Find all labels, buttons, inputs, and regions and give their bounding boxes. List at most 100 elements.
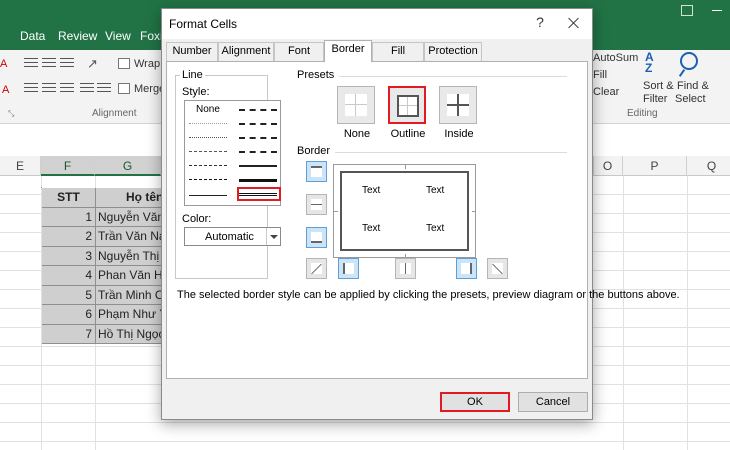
line-style-medium-dash-dot[interactable] xyxy=(239,137,277,139)
column-header-g[interactable]: G xyxy=(95,156,161,176)
preview-tick xyxy=(405,165,406,169)
column-header-f[interactable]: F xyxy=(41,156,95,176)
cell-name[interactable]: Phạm Như Ý xyxy=(96,305,162,325)
cell-stt[interactable]: 7 xyxy=(42,324,96,344)
border-center-vertical-button[interactable] xyxy=(395,258,416,279)
line-color-dropdown[interactable]: Automatic xyxy=(184,227,281,246)
cell-stt[interactable]: 1 xyxy=(42,207,96,227)
help-button[interactable]: ? xyxy=(530,14,550,34)
preset-none-label[interactable]: None xyxy=(332,128,382,140)
border-middle-horizontal-button[interactable] xyxy=(306,194,327,215)
column-header-e[interactable]: E xyxy=(0,156,41,176)
minimize-icon[interactable] xyxy=(712,10,722,11)
format-cells-dialog: Format Cells ? Number Alignment Font Bor… xyxy=(161,8,680,420)
line-style-dotted[interactable] xyxy=(189,137,227,138)
find-magnifier-icon[interactable] xyxy=(680,52,698,70)
tab-alignment[interactable]: Alignment xyxy=(218,42,274,61)
align-right-icon[interactable] xyxy=(60,83,74,95)
preset-inside-label[interactable]: Inside xyxy=(434,128,484,140)
clear-button[interactable]: Clear xyxy=(593,86,619,98)
header-stt[interactable]: STT xyxy=(42,188,96,208)
ribbon-display-options-icon[interactable] xyxy=(681,5,693,16)
close-icon[interactable] xyxy=(562,13,586,35)
line-style-dashed[interactable] xyxy=(189,179,227,180)
line-style-thin[interactable] xyxy=(189,195,227,196)
find-select-line1[interactable]: Find & xyxy=(677,80,709,92)
line-style-medium[interactable] xyxy=(239,165,277,167)
column-header-p[interactable]: P xyxy=(623,156,687,176)
line-style-medium-dashed[interactable] xyxy=(239,151,277,153)
orientation-icon[interactable]: ↗ xyxy=(87,56,98,72)
style-none-option[interactable]: None xyxy=(196,104,220,115)
cell-name[interactable]: Hồ Thị Ngọc xyxy=(96,324,162,344)
border-right-button[interactable] xyxy=(456,258,477,279)
align-top-icon[interactable] xyxy=(24,58,38,70)
cell-name[interactable]: Nguyễn Văn xyxy=(96,207,162,227)
cell-name[interactable]: Phan Văn Hả xyxy=(96,266,162,286)
tab-protection[interactable]: Protection xyxy=(424,42,482,61)
cell-stt[interactable]: 5 xyxy=(42,285,96,305)
menu-data[interactable]: Data xyxy=(20,29,45,43)
cell-stt[interactable]: 2 xyxy=(42,227,96,247)
border-left-button[interactable] xyxy=(338,258,359,279)
tab-border[interactable]: Border xyxy=(324,40,372,62)
cell-stt[interactable]: 6 xyxy=(42,305,96,325)
chevron-down-icon[interactable] xyxy=(266,228,280,245)
preset-inside-button[interactable] xyxy=(439,86,477,124)
line-style-hair[interactable] xyxy=(189,123,227,124)
border-top-button[interactable] xyxy=(306,161,327,182)
cell-name[interactable]: Trần Minh C xyxy=(96,285,162,305)
border-bottom-button[interactable] xyxy=(306,227,327,248)
border-inside-vertical-icon xyxy=(400,263,411,274)
sort-filter-line2[interactable]: Filter xyxy=(643,93,667,105)
font-color-icon[interactable]: A xyxy=(0,58,7,70)
merge-icon[interactable] xyxy=(118,83,130,94)
column-header-q[interactable]: Q xyxy=(687,156,730,176)
wrap-text-button[interactable]: Wrap xyxy=(134,58,160,70)
decrease-indent-icon[interactable] xyxy=(80,83,94,95)
autosum-button[interactable]: AutoSum xyxy=(593,52,638,64)
line-style-medium-dash-dot-dot[interactable] xyxy=(239,109,277,111)
preset-outline-button[interactable] xyxy=(388,86,426,124)
border-diagonal-up-button[interactable] xyxy=(306,258,327,279)
preset-none-button[interactable] xyxy=(337,86,375,124)
tab-fill[interactable]: Fill xyxy=(372,42,424,61)
selected-line-style-highlight xyxy=(237,187,281,201)
border-tab-panel: Line Style: None Color: Automatic Preset… xyxy=(166,61,680,379)
column-header-o[interactable]: O xyxy=(593,156,623,176)
find-select-line2[interactable]: Select xyxy=(675,93,706,105)
line-style-list[interactable]: None xyxy=(184,100,281,206)
ok-button[interactable]: OK xyxy=(440,392,510,412)
border-bottom-icon xyxy=(311,232,322,243)
fill-button[interactable]: Fill xyxy=(593,69,607,81)
align-middle-icon[interactable] xyxy=(42,58,56,70)
tab-number[interactable]: Number xyxy=(166,42,218,61)
tab-font[interactable]: Font xyxy=(274,42,324,61)
align-left-icon[interactable] xyxy=(24,83,38,95)
dialog-title: Format Cells xyxy=(169,17,238,31)
sort-filter-line1[interactable]: Sort & xyxy=(643,80,674,92)
line-style-dash-dot-dot[interactable] xyxy=(189,151,227,152)
cell-stt[interactable]: 4 xyxy=(42,266,96,286)
border-diagonal-down-button[interactable] xyxy=(487,258,508,279)
cell-stt[interactable]: 3 xyxy=(42,246,96,266)
preset-outline-label[interactable]: Outline xyxy=(383,128,433,140)
align-center-icon[interactable] xyxy=(42,83,56,95)
line-style-dash-dot[interactable] xyxy=(189,165,227,166)
fill-color-icon[interactable]: A xyxy=(2,84,9,96)
cell-name[interactable]: Trần Văn Na xyxy=(96,227,162,247)
border-preview[interactable]: Text Text Text Text xyxy=(333,164,476,258)
line-style-thick[interactable] xyxy=(239,179,277,182)
menu-review[interactable]: Review xyxy=(58,29,97,43)
font-launcher-icon[interactable]: ⤡ xyxy=(8,109,14,119)
preview-text: Text xyxy=(426,185,445,196)
menu-view[interactable]: View xyxy=(105,29,131,43)
increase-indent-icon[interactable] xyxy=(97,83,111,95)
wrap-text-icon[interactable] xyxy=(118,58,130,69)
header-name[interactable]: Họ tên xyxy=(96,188,162,208)
line-style-slant-dash-dot[interactable] xyxy=(239,123,277,125)
sort-filter-icon[interactable]: AZ xyxy=(645,51,654,74)
cancel-button[interactable]: Cancel xyxy=(518,392,588,412)
align-bottom-icon[interactable] xyxy=(60,58,74,70)
cell-name[interactable]: Nguyễn Thị T xyxy=(96,246,162,266)
